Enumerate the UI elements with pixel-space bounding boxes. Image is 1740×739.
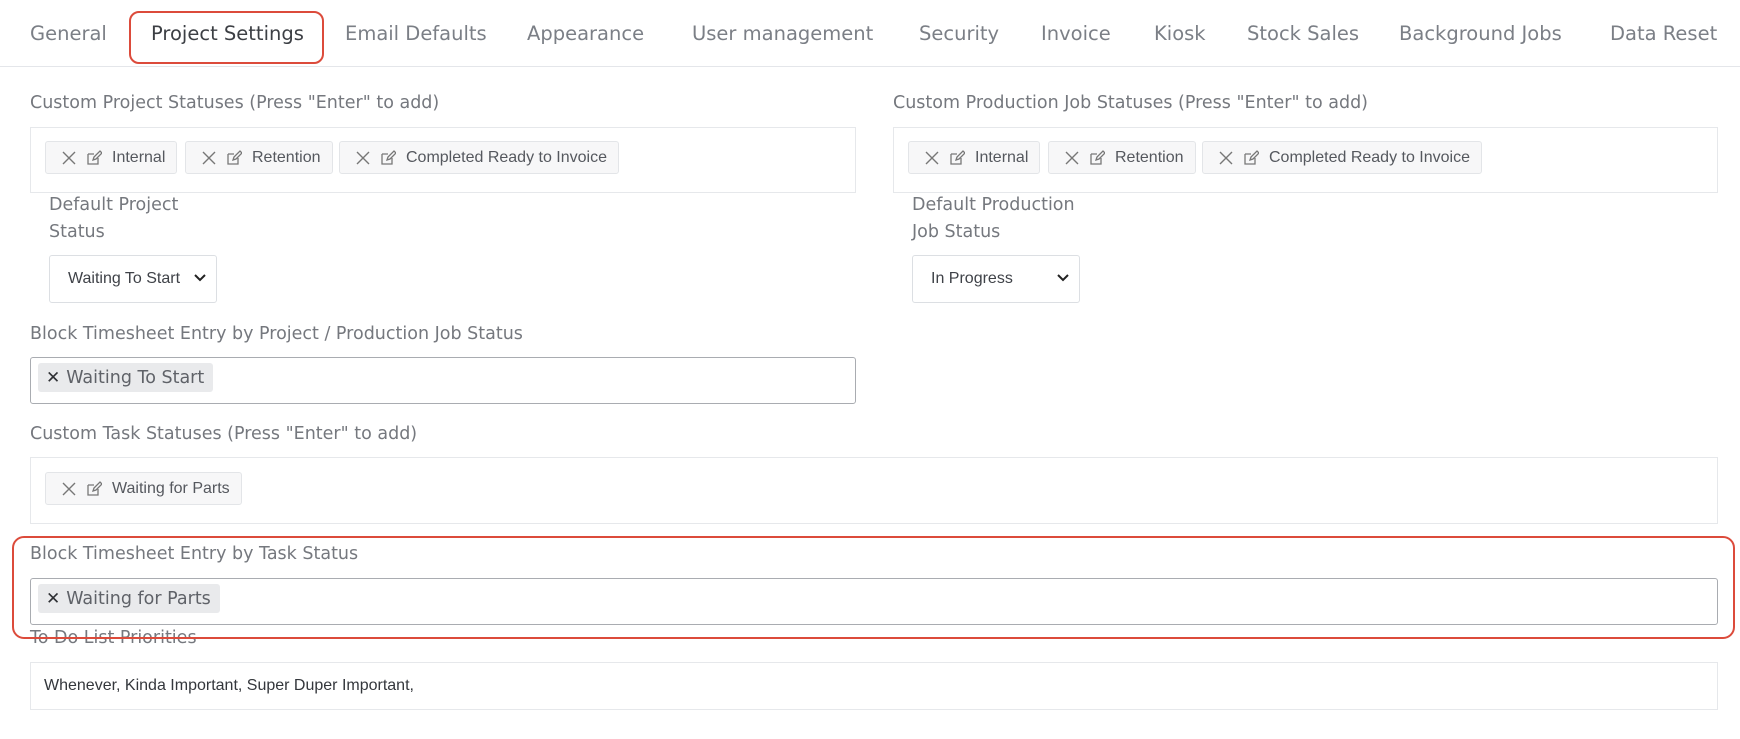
- remove-chip-icon[interactable]: [62, 151, 76, 165]
- block-by-project-multiselect[interactable]: ✕ Waiting To Start: [30, 357, 856, 404]
- block-by-project-label: Block Timesheet Entry by Project / Produ…: [30, 324, 523, 344]
- tab-stock-sales[interactable]: Stock Sales: [1247, 22, 1359, 45]
- status-chip: Retention: [1048, 141, 1196, 174]
- tab-email-defaults[interactable]: Email Defaults: [345, 22, 487, 45]
- task-statuses-input[interactable]: Waiting for Parts: [30, 457, 1718, 524]
- chip-label: Retention: [252, 148, 321, 166]
- selected-tag: ✕ Waiting To Start: [38, 363, 214, 392]
- status-chip: Completed Ready to Invoice: [339, 141, 619, 174]
- chip-label: Completed Ready to Invoice: [1269, 148, 1470, 166]
- default-project-status-select[interactable]: Waiting To Start: [49, 255, 217, 303]
- status-chip: Retention: [185, 141, 333, 174]
- remove-chip-icon[interactable]: [202, 151, 216, 165]
- chip-label: Waiting for Parts: [112, 479, 230, 497]
- remove-chip-icon[interactable]: [356, 151, 370, 165]
- tab-data-reset[interactable]: Data Reset: [1610, 22, 1717, 45]
- edit-chip-icon[interactable]: [86, 480, 102, 497]
- edit-chip-icon[interactable]: [1243, 149, 1259, 166]
- task-statuses-label: Custom Task Statuses (Press "Enter" to a…: [30, 424, 418, 444]
- edit-chip-icon[interactable]: [1089, 149, 1105, 166]
- tab-invoice[interactable]: Invoice: [1041, 22, 1111, 45]
- tab-kiosk[interactable]: Kiosk: [1154, 22, 1206, 45]
- highlight-block-by-task: [12, 536, 1735, 639]
- select-value: Waiting To Start: [68, 270, 181, 287]
- default-production-status-select[interactable]: In Progress: [912, 255, 1080, 303]
- default-project-status-label-line1: Default Project: [49, 195, 179, 215]
- remove-tag-icon[interactable]: ✕: [46, 368, 60, 388]
- default-project-status-label-line2: Status: [49, 222, 105, 242]
- chip-label: Completed Ready to Invoice: [406, 148, 607, 166]
- chip-label: Retention: [1115, 148, 1184, 166]
- status-chip: Completed Ready to Invoice: [1202, 141, 1482, 174]
- edit-chip-icon[interactable]: [380, 149, 396, 166]
- default-production-status-label-line1: Default Production: [912, 195, 1075, 215]
- status-chip: Internal: [908, 141, 1041, 174]
- tag-label: Waiting To Start: [66, 367, 205, 388]
- tab-background-jobs[interactable]: Background Jobs: [1399, 22, 1562, 45]
- status-chip: Internal: [45, 141, 178, 174]
- remove-chip-icon[interactable]: [925, 151, 939, 165]
- chevron-down-icon: [194, 274, 206, 282]
- production-statuses-label: Custom Production Job Statuses (Press "E…: [893, 93, 1369, 113]
- tab-general[interactable]: General: [30, 22, 107, 45]
- default-production-status-label-line2: Job Status: [912, 222, 1001, 242]
- project-statuses-label: Custom Project Statuses (Press "Enter" t…: [30, 93, 440, 113]
- remove-chip-icon[interactable]: [62, 482, 76, 496]
- project-statuses-input[interactable]: Internal Retention Completed Ready to In…: [30, 127, 856, 193]
- highlight-project-settings-tab: [129, 11, 324, 64]
- tab-user-management[interactable]: User management: [692, 22, 873, 45]
- remove-chip-icon[interactable]: [1219, 151, 1233, 165]
- edit-chip-icon[interactable]: [226, 149, 242, 166]
- tab-security[interactable]: Security: [919, 22, 999, 45]
- remove-chip-icon[interactable]: [1065, 151, 1079, 165]
- production-statuses-input[interactable]: Internal Retention Completed Ready to In…: [893, 127, 1718, 193]
- chip-label: Internal: [975, 148, 1029, 166]
- chip-label: Internal: [112, 148, 166, 166]
- edit-chip-icon[interactable]: [86, 149, 102, 166]
- status-chip: Waiting for Parts: [45, 472, 242, 505]
- edit-chip-icon[interactable]: [949, 149, 965, 166]
- chevron-down-icon: [1057, 274, 1069, 282]
- select-value: In Progress: [931, 270, 1013, 287]
- todo-priorities-input[interactable]: Whenever, Kinda Important, Super Duper I…: [30, 662, 1718, 710]
- tab-appearance[interactable]: Appearance: [527, 22, 644, 45]
